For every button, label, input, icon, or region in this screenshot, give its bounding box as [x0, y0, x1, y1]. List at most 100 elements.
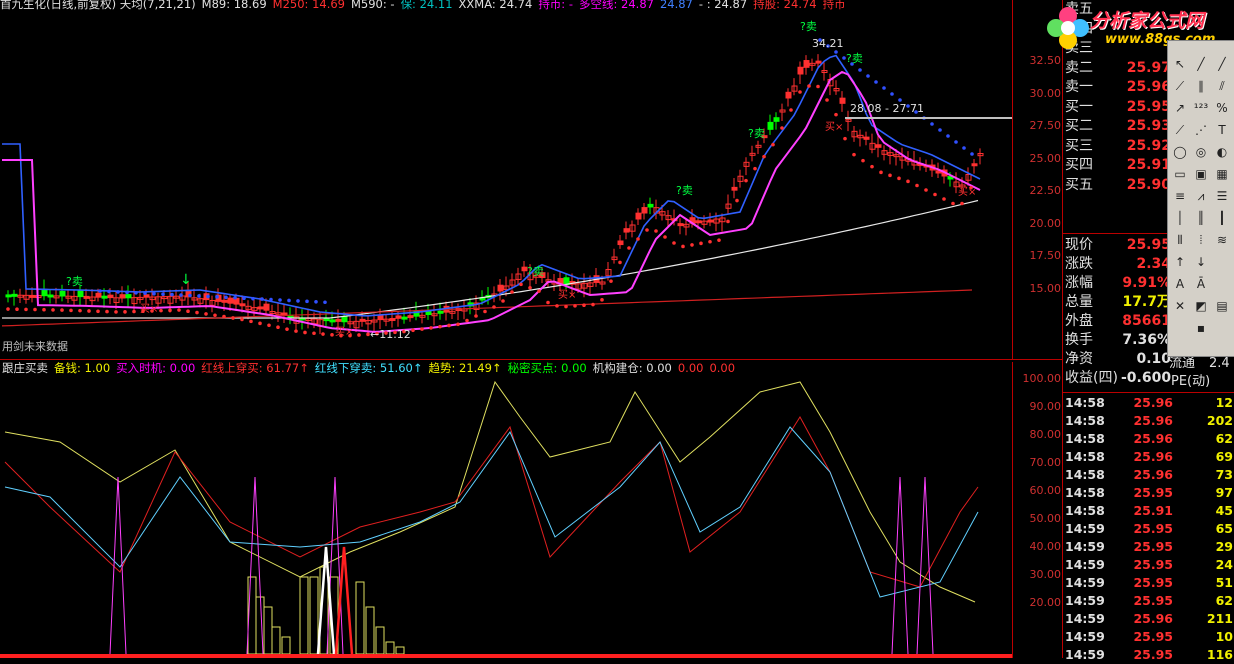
trail-dot — [618, 260, 622, 265]
header-item: 保: 24.11 — [400, 0, 453, 11]
parallel-tool-icon[interactable]: ∥ — [1192, 77, 1210, 95]
cursor-icon[interactable]: ↖ — [1171, 55, 1189, 73]
box-tool-icon[interactable]: ▣ — [1192, 165, 1210, 183]
arc-tool-icon[interactable]: ◐ — [1213, 143, 1231, 161]
ray-tool-icon[interactable]: ╱ — [1213, 55, 1231, 73]
trail-dot — [834, 50, 838, 54]
axis-tick: 70.00 — [1029, 456, 1062, 469]
header-item: 多空线: 24.87 — [579, 0, 654, 11]
trend-tool-icon[interactable]: ⟋ — [1171, 77, 1189, 95]
drawing-toolbar[interactable]: ↖ ╱ ╱ ⟋ ∥ ⫽ ↗ ¹²³ % ⟋ ⋰ T ◯ ◎ ◐ ▭ ▣ ▦ ≡ … — [1167, 40, 1234, 357]
trail-dot — [858, 68, 862, 72]
delete-icon[interactable]: ✕ — [1171, 297, 1189, 315]
list-icon[interactable]: ▤ — [1213, 297, 1231, 315]
candle-body — [11, 293, 18, 297]
flower-logo-icon — [1047, 7, 1089, 49]
bars-tool-icon[interactable]: ⦀ — [1171, 231, 1189, 249]
sell-tag: ?卖 — [748, 127, 765, 140]
fib-tool-icon[interactable]: ≡ — [1171, 187, 1189, 205]
trail-dot — [285, 327, 289, 331]
down-arrow-icon[interactable]: ↓ — [1192, 253, 1210, 271]
quote-value: 7.36% — [1122, 332, 1171, 348]
channel-tool-icon[interactable]: ⫽ — [1213, 77, 1231, 95]
quote-label: 换手 — [1065, 332, 1093, 348]
tick-row: 14:59 25.95 116 — [1063, 646, 1234, 664]
trail-dot — [303, 330, 307, 335]
quote-value: 2.34 — [1136, 256, 1171, 272]
ellipse-tool-icon[interactable]: ◎ — [1192, 143, 1210, 161]
trail-dot — [636, 237, 640, 241]
trail-dot — [206, 294, 210, 299]
trail-dot — [866, 74, 870, 78]
trail-dot — [249, 319, 253, 324]
text-a2-icon[interactable]: Ā — [1192, 275, 1210, 293]
gann-tool-icon[interactable]: ⩘ — [1192, 187, 1210, 205]
save-icon[interactable]: ▪ — [1192, 319, 1210, 337]
sell-tag: ?卖 — [66, 275, 83, 288]
levels-tool-icon[interactable]: ☰ — [1213, 187, 1231, 205]
trail-dot — [197, 294, 201, 298]
trail-dot — [681, 244, 685, 249]
trail-dot — [215, 295, 219, 299]
vline-tool-icon[interactable]: │ — [1171, 209, 1189, 227]
candle-body — [617, 240, 624, 246]
trail-dot — [798, 90, 802, 94]
grid-tool-icon[interactable]: ▦ — [1213, 165, 1231, 183]
slope-tool-icon[interactable]: ⟋ — [1171, 121, 1189, 139]
indicator-chart[interactable] — [0, 362, 1012, 658]
fan-tool-icon[interactable]: ⋰ — [1192, 121, 1210, 139]
tick-row: 14:59 25.95 10 — [1063, 628, 1234, 646]
axis-tick: 100.00 — [1022, 372, 1062, 385]
candle-body — [341, 316, 348, 323]
candle-body — [641, 207, 648, 214]
tick-volume: 45 — [1215, 503, 1233, 518]
header-item: 0.00 — [709, 361, 736, 375]
spike — [246, 476, 264, 655]
quote-value: 85661 — [1122, 313, 1171, 329]
tick-volume: 69 — [1215, 449, 1233, 464]
line-tool-icon[interactable]: ╱ — [1192, 55, 1210, 73]
price-chart[interactable]: 34.21 ←11.12 28.08 - 27.71 ?卖 ?卖 ?卖 ?卖 ?… — [0, 0, 1012, 360]
quote-label: 现价 — [1065, 237, 1093, 253]
trail-dot — [429, 326, 433, 330]
trail-dot — [962, 146, 966, 150]
cycle-tool-icon[interactable]: ║ — [1192, 209, 1210, 227]
trail-dot — [105, 309, 109, 314]
trail-dot — [260, 297, 264, 301]
trail-dot — [179, 293, 183, 297]
candle-body — [863, 136, 870, 140]
wave-tool-icon[interactable]: ≋ — [1213, 231, 1231, 249]
order-label: 买四 — [1065, 157, 1093, 173]
text-tool-icon[interactable]: T — [1213, 121, 1231, 139]
trail-dot — [789, 108, 793, 112]
percent-tool-icon[interactable]: % — [1213, 99, 1231, 117]
candle-body — [125, 294, 132, 299]
mark-icon[interactable]: ◩ — [1192, 297, 1210, 315]
buy-tag: 买× — [140, 303, 158, 315]
order-label: 买二 — [1065, 118, 1093, 134]
circle-tool-icon[interactable]: ◯ — [1171, 143, 1189, 161]
arrow-tool-icon[interactable]: ↗ — [1171, 99, 1189, 117]
trail-dot — [874, 80, 878, 84]
numbers-tool-icon[interactable]: ¹²³ — [1192, 99, 1210, 117]
trail-dot — [240, 317, 244, 322]
trail-dot — [87, 309, 91, 313]
trail-dot — [564, 304, 568, 309]
rect-tool-icon[interactable]: ▭ — [1171, 165, 1189, 183]
trail-dot — [224, 295, 228, 300]
time-tool-icon[interactable]: ┃ — [1213, 209, 1231, 227]
axis-tick: 30.00 — [1029, 86, 1062, 100]
text-a-icon[interactable]: A — [1171, 275, 1189, 293]
trail-dot — [906, 179, 910, 184]
header-item: M590: - — [351, 0, 395, 11]
tick-time: 14:59 — [1065, 611, 1105, 626]
header-item: 买入时机: 0.00 — [116, 361, 196, 375]
trail-dot — [33, 307, 37, 312]
up-arrow-icon[interactable]: ↑ — [1171, 253, 1189, 271]
trail-dot — [946, 134, 950, 138]
header-item: 趋势: 21.49↑ — [428, 361, 502, 375]
zone-tool-icon[interactable]: ⦙ — [1192, 231, 1210, 249]
trail-dot — [888, 173, 892, 178]
trail-dot — [78, 308, 82, 313]
axis-tick: 22.50 — [1029, 184, 1062, 197]
